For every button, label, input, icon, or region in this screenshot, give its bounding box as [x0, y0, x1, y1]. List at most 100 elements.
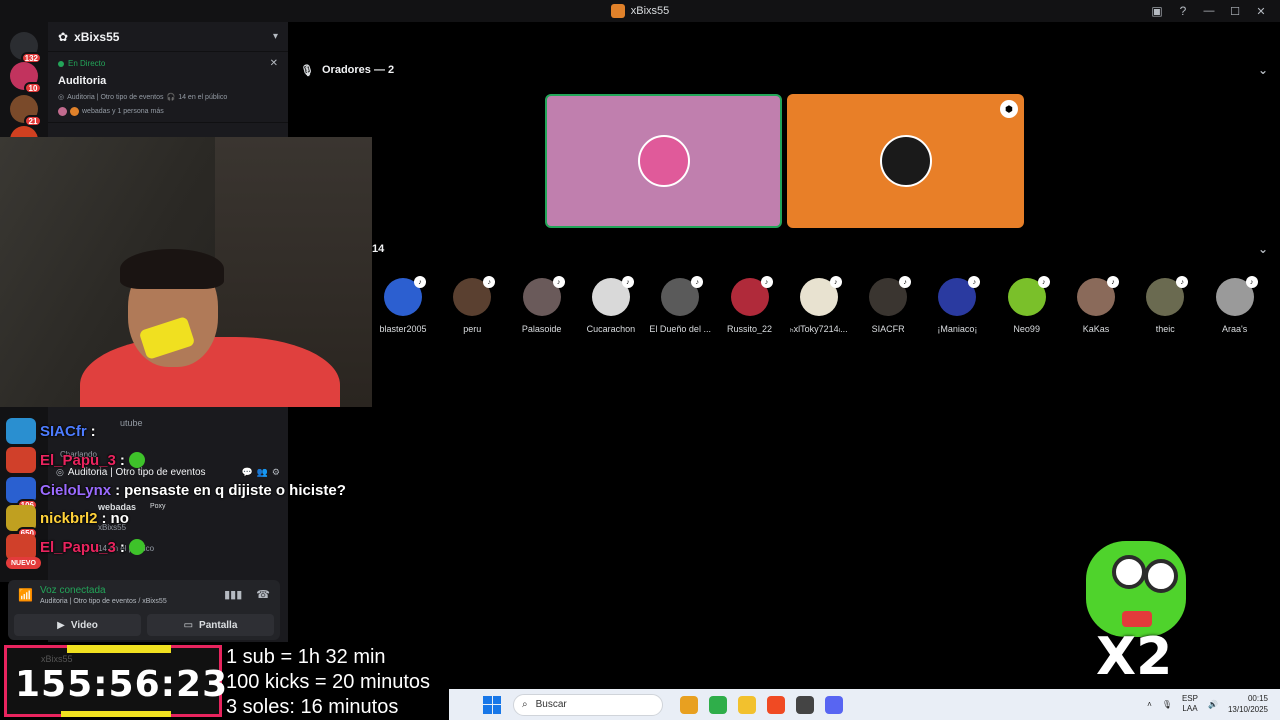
- streamer-shirt: [80, 337, 340, 407]
- maximize-button[interactable]: ☐: [1224, 2, 1246, 20]
- listener[interactable]: ♪ peru: [432, 276, 512, 334]
- listener-name: SIACFR: [871, 324, 905, 334]
- avatar: 106: [6, 477, 38, 511]
- language-indicator[interactable]: ESP LAA: [1182, 694, 1198, 714]
- taskbar-app-icon[interactable]: [767, 695, 785, 714]
- listener[interactable]: ♪ SIACFR: [848, 276, 928, 334]
- gear-icon[interactable]: ⚙: [272, 467, 280, 478]
- chat-separator: :: [115, 481, 121, 499]
- chat-text: pensaste en q dijiste o hiciste?: [124, 481, 346, 499]
- listener[interactable]: ♪ Russito_22: [710, 276, 790, 334]
- live-event-card[interactable]: En Directo ✕ Auditoria ◎ Auditoria | Otr…: [48, 52, 288, 123]
- video-button[interactable]: ▶ Video: [14, 614, 141, 636]
- server-icon[interactable]: 132: [10, 32, 42, 64]
- timer-faded-user: xBixs55: [41, 654, 73, 664]
- headphones-icon: ♪: [1245, 276, 1258, 288]
- subathon-timer: xBixs55 155:56:23: [4, 645, 227, 717]
- server-icon[interactable]: 10: [10, 62, 42, 94]
- listener[interactable]: ♪ Palasoide: [502, 276, 582, 334]
- avatar: ♪: [591, 276, 634, 316]
- mention-badge: 10: [24, 82, 42, 94]
- taskbar-app-icon[interactable]: [680, 695, 698, 714]
- close-button[interactable]: ✕: [1250, 2, 1272, 20]
- avatar: [70, 107, 79, 116]
- people-icon[interactable]: 👥: [257, 467, 268, 478]
- live-label: En Directo: [68, 59, 106, 68]
- chat-message: 650 nickbrl2: no: [6, 505, 129, 539]
- microphone-icon[interactable]: 🎙: [1162, 700, 1172, 709]
- avatar: ♪: [1215, 276, 1258, 316]
- avatar: ♪: [938, 276, 981, 316]
- avatar: ♪: [522, 276, 565, 316]
- chevron-up-icon[interactable]: ˄: [1147, 700, 1152, 709]
- taskbar-app-icon[interactable]: [825, 695, 843, 714]
- rate-kicks: 100 kicks = 20 minutos: [226, 671, 430, 693]
- listener[interactable]: ♪ Cucarachon: [571, 276, 651, 334]
- listener[interactable]: ♪ El Dueño del ...: [640, 276, 720, 334]
- avatar: ♪: [1146, 276, 1189, 316]
- title-bar: xBixs55 ▣ ? — ☐ ✕: [0, 0, 1280, 22]
- speakers-header[interactable]: 🎙 Oradores — 2 ⌄: [288, 60, 1280, 80]
- video-label: Video: [70, 619, 98, 631]
- speaker-icon[interactable]: 🔊: [1208, 700, 1218, 709]
- listener-name: blaster2005: [379, 324, 427, 334]
- screen-share-icon: ▭: [183, 619, 194, 631]
- server-icon[interactable]: 21: [10, 95, 42, 127]
- listener[interactable]: ♪ Neo99: [987, 276, 1067, 334]
- noise-suppression-icon[interactable]: ▮▮▮: [224, 588, 242, 601]
- chat-icon[interactable]: 💬: [241, 467, 252, 478]
- timer-value: 155:56:23: [15, 664, 229, 705]
- screen-label: Pantalla: [199, 619, 238, 631]
- clock[interactable]: 00:15 13/10/2025: [1228, 693, 1268, 715]
- listener-name: Araa's: [1221, 324, 1248, 334]
- listener-name: peru: [463, 324, 482, 334]
- listener-name: KaKas: [1082, 324, 1110, 334]
- taskbar-apps: [669, 695, 843, 714]
- taskbar-search[interactable]: ⌕ Buscar: [513, 693, 663, 716]
- voice-status: Voz conectada: [40, 585, 106, 596]
- chat-text: no: [110, 509, 129, 527]
- listener[interactable]: ♪ ¡Maniaco¡: [917, 276, 997, 334]
- system-tray: ˄ 🎙 ESP LAA 🔊 00:15 13/10/2025: [1147, 693, 1268, 715]
- chevron-down-icon: ▾: [272, 31, 278, 42]
- chevron-down-icon[interactable]: ⌄: [1258, 63, 1268, 77]
- chat-username: CieloLynx: [40, 481, 112, 499]
- listener[interactable]: ♪ Araa's: [1195, 276, 1275, 334]
- taskbar-app-icon[interactable]: [709, 695, 727, 714]
- server-avatar-icon: [610, 4, 625, 18]
- chevron-down-icon[interactable]: ⌄: [1258, 242, 1268, 256]
- inbox-icon[interactable]: ▣: [1146, 2, 1168, 20]
- voice-subtitle: Auditoria | Otro tipo de eventos / xBixs…: [40, 598, 167, 605]
- windows-start-icon[interactable]: [483, 695, 501, 714]
- minimize-button[interactable]: —: [1198, 2, 1220, 20]
- listener[interactable]: ♪ KaKas: [1056, 276, 1136, 334]
- avatar: ♪: [384, 276, 426, 316]
- server-header[interactable]: ✿ xBixs55 ▾: [48, 22, 288, 52]
- taskbar-app-icon[interactable]: [796, 695, 814, 714]
- listener-name: ¡Maniaco¡: [937, 324, 978, 334]
- screen-share-button[interactable]: ▭ Pantalla: [147, 614, 274, 636]
- speaker-tile[interactable]: ⬢: [787, 94, 1024, 228]
- chat-username: SIACfr: [40, 422, 87, 440]
- headphones-icon: ♪: [899, 276, 912, 288]
- avatar: ♪: [1077, 276, 1119, 316]
- listener-name: Russito_22: [726, 324, 773, 334]
- avatar: ♪: [799, 276, 842, 316]
- search-placeholder: Buscar: [535, 699, 567, 710]
- disconnect-icon[interactable]: ☎: [256, 588, 270, 601]
- help-icon[interactable]: ?: [1172, 2, 1194, 20]
- headphones-icon: ♪: [621, 276, 634, 288]
- lang-code: ESP: [1181, 694, 1198, 703]
- clock-time: 00:15: [1247, 694, 1268, 703]
- close-icon[interactable]: ✕: [270, 58, 278, 69]
- listener[interactable]: ♪ ₕxlToky7214ₗ...: [779, 276, 859, 335]
- listener[interactable]: ♪ theic: [1125, 276, 1205, 334]
- listener-name: ₕxlToky7214ₗ...: [789, 324, 848, 334]
- listeners-header[interactable]: 14 ⌄: [288, 239, 1280, 259]
- listener[interactable]: ♪ blaster2005: [363, 276, 443, 334]
- pepe-emote-icon: [128, 539, 145, 555]
- headphones-icon: ♪: [552, 276, 565, 288]
- speaker-tile[interactable]: [545, 94, 782, 228]
- taskbar-app-icon[interactable]: [738, 695, 756, 714]
- avatar: ♪: [1007, 276, 1050, 316]
